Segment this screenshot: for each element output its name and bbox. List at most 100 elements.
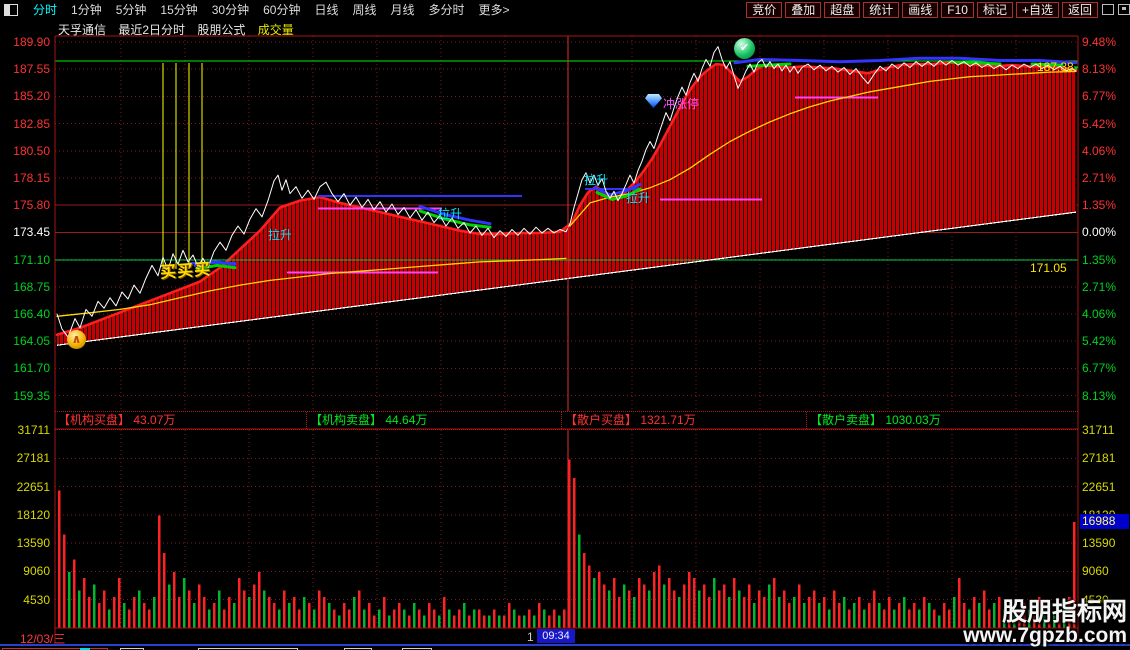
pullup-label: 拉升 (584, 173, 609, 187)
top-menu-bar: 分时 1分钟 5分钟 15分钟 30分钟 60分钟 日线 周线 月线 多分时 更多> 竞价 叠加 超盘统… (0, 0, 1130, 19)
price-axis-label-left: 175.80 (13, 198, 50, 213)
price-axis-label-left: 187.55 (13, 62, 50, 77)
period-tab-1分钟[interactable]: 1分钟 (71, 3, 102, 17)
action-button-F10[interactable]: F10 (941, 1, 974, 18)
pct-axis-label-right: 1.35% (1082, 198, 1117, 213)
pct-axis-label-right: 6.77% (1082, 361, 1117, 376)
period-tab-多分时[interactable]: 多分时 (429, 3, 465, 17)
price-axis-label-left: 185.20 (13, 89, 50, 104)
price-axis-label-left: 168.75 (13, 279, 50, 294)
pct-axis-label-right: 6.77% (1082, 89, 1117, 104)
price-axis-label-left: 166.40 (13, 307, 50, 321)
last-price-tag: 187.38▾ (1037, 60, 1078, 74)
volume-axis-label-left: 31711 (17, 423, 50, 437)
pct-axis-label-right: 5.42% (1082, 334, 1117, 349)
green-check-badge-icon: ✔ (734, 38, 755, 59)
pct-axis-label-right: 2.71% (1082, 279, 1117, 294)
action-button-+自选[interactable]: +自选 (1015, 1, 1059, 18)
action-button-画线[interactable]: 画线 (902, 1, 939, 18)
flow-separator (561, 412, 562, 429)
flow-separator (806, 412, 807, 429)
indicator-name: 成交量 (257, 23, 294, 37)
flow-separator (306, 412, 307, 429)
pct-axis-label-right: 9.48% (1082, 35, 1117, 49)
grid-view-icon[interactable] (1118, 4, 1130, 15)
volume-axis-label-left: 22651 (16, 479, 50, 494)
action-button-统计[interactable]: 统计 (863, 1, 900, 18)
price-axis-label-left: 182.85 (13, 116, 50, 131)
prev-close-tag: 171.05 (1030, 261, 1067, 275)
flow-stat-0: 【机构买盘】 43.07万 (58, 413, 176, 427)
pct-axis-label-right: 8.13% (1082, 62, 1117, 77)
flow-stat-1: 【机构卖盘】 44.64万 (310, 413, 428, 427)
pct-axis-label-right: 1.35% (1082, 252, 1117, 267)
layout-icon[interactable] (1102, 4, 1114, 15)
flow-stat-2: 【散户买盘】 1321.71万 (565, 413, 696, 427)
trading-app-window: 分时 1分钟 5分钟 15分钟 30分钟 60分钟 日线 周线 月线 多分时 更多> 竞价 叠加 超盘统… (0, 0, 1130, 650)
period-tab-30分钟[interactable]: 30分钟 (212, 3, 249, 17)
pullup-label: 拉升 (438, 207, 463, 221)
watermark: 股朋指标网 www.7gpzb.com (963, 600, 1127, 647)
volume-axis-label-left: 4530 (23, 592, 50, 607)
volume-axis-label-right: 27181 (1082, 451, 1116, 466)
action-button-竞价[interactable]: 竞价 (746, 1, 783, 18)
pct-axis-label-right: 2.71% (1082, 171, 1117, 185)
period-tab-分时[interactable]: 分时 (33, 3, 57, 17)
price-axis-label-left: 159.35 (13, 388, 50, 403)
period-tab-周线[interactable]: 周线 (352, 3, 376, 17)
period-tab-5分钟[interactable]: 5分钟 (116, 3, 147, 17)
volume-axis-label-left: 9060 (23, 564, 50, 579)
watermark-site-name: 股朋指标网 (1001, 598, 1127, 626)
action-button-返回[interactable]: 返回 (1061, 1, 1098, 18)
price-axis-label-left: 171.10 (13, 252, 50, 267)
volume-axis-label-left: 13590 (16, 536, 50, 551)
volume-axis-label-left: 18120 (16, 507, 50, 522)
action-button-标记[interactable]: 标记 (976, 1, 1013, 18)
volume-axis-label-right: 9060 (1082, 564, 1109, 579)
chart-title-row: 天孚通信 最近2日分时 股朋公式 成交量 (58, 21, 303, 38)
volume-axis-label-left: 27181 (16, 451, 50, 466)
stock-name: 天孚通信 (58, 23, 107, 37)
period-tab-月线[interactable]: 月线 (391, 3, 415, 17)
period-tab-更多>[interactable]: 更多> (479, 3, 510, 17)
volume-axis-label-right: 13590 (1082, 536, 1116, 551)
price-axis-label-left: 189.90 (13, 35, 50, 49)
cursor-time-box: 09:34 (537, 629, 575, 643)
price-axis-label-left: 161.70 (13, 361, 50, 376)
action-button-叠加[interactable]: 叠加 (785, 1, 822, 18)
timeline-axis-fragment: 1 (527, 630, 534, 644)
chart-canvas[interactable] (0, 0, 1130, 650)
pullup-label: 拉升 (626, 191, 651, 205)
action-button-超盘[interactable]: 超盘 (824, 1, 861, 18)
volume-cursor-value: 16988 (1080, 514, 1129, 529)
volume-axis-label-right: 22651 (1082, 479, 1116, 494)
pct-axis-label-right: 5.42% (1082, 116, 1117, 131)
pct-axis-label-right: 8.13% (1082, 388, 1117, 403)
price-axis-label-left: 164.05 (13, 334, 50, 349)
price-axis-label-left: 178.15 (13, 171, 50, 185)
prev-close-value: 171.05 (1030, 261, 1067, 275)
pct-axis-label-right: 4.06% (1082, 143, 1117, 158)
volume-axis-label-right: 31711 (1082, 423, 1115, 437)
period-tab-15分钟[interactable]: 15分钟 (160, 3, 197, 17)
down-arrow-icon: ▾ (1073, 63, 1079, 73)
last-price-value: 187.38 (1037, 60, 1074, 74)
limit-rush-label: 冲涨停 (663, 97, 700, 111)
action-menu: 竞价 叠加 超盘 统计 画线 F10 标记 +自选 返回 (743, 1, 1098, 19)
price-axis-label-left: 173.45 (13, 225, 50, 240)
chart-range: 最近2日分时 (118, 23, 186, 37)
period-tab-日线[interactable]: 日线 (314, 3, 338, 17)
formula-name: 股朋公式 (197, 23, 246, 37)
gold-coin-icon: ∧ (67, 330, 86, 349)
period-tab-60分钟[interactable]: 60分钟 (263, 3, 300, 17)
window-panel-icon[interactable] (4, 3, 18, 16)
flow-stats-band: 【机构买盘】 43.07万 【机构卖盘】 44.64万 【散户买盘】 1321.71… (55, 411, 1078, 430)
period-menu: 分时 1分钟 5分钟 15分钟 30分钟 60分钟 日线 周线 月线 多分时 更多> (26, 1, 517, 19)
bottom-toolbar-fragment (0, 644, 1130, 650)
buy-stamp-decoration: 买买买 (159, 261, 212, 282)
price-axis-label-left: 180.50 (13, 143, 50, 158)
watermark-url: www.7gpzb.com (963, 624, 1127, 647)
pullup-label: 拉升 (268, 228, 293, 242)
pct-axis-label-right: 4.06% (1082, 307, 1117, 321)
pct-axis-label-right: 0.00% (1082, 225, 1117, 240)
